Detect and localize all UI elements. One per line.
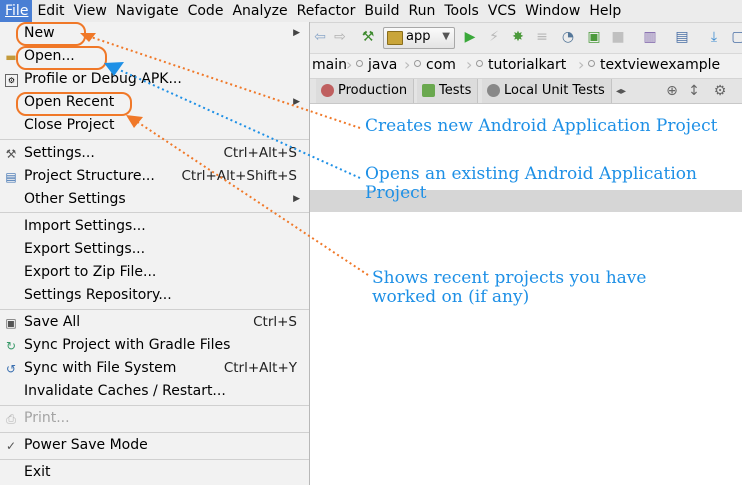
ide-window: File Edit View Navigate Code Analyze Ref… bbox=[0, 0, 742, 485]
annotation-arrows bbox=[80, 33, 369, 276]
note-open: Opens an existing Android Application Pr… bbox=[365, 164, 697, 203]
arrow-recent-head bbox=[126, 115, 143, 128]
arrow-open-line bbox=[112, 66, 361, 179]
arrow-new-line bbox=[84, 34, 361, 129]
arrow-recent-line bbox=[132, 118, 369, 276]
arrow-open-head bbox=[104, 62, 124, 76]
note-new: Creates new Android Application Project bbox=[365, 116, 718, 136]
note-open-recent: Shows recent projects you have worked on… bbox=[372, 268, 647, 307]
